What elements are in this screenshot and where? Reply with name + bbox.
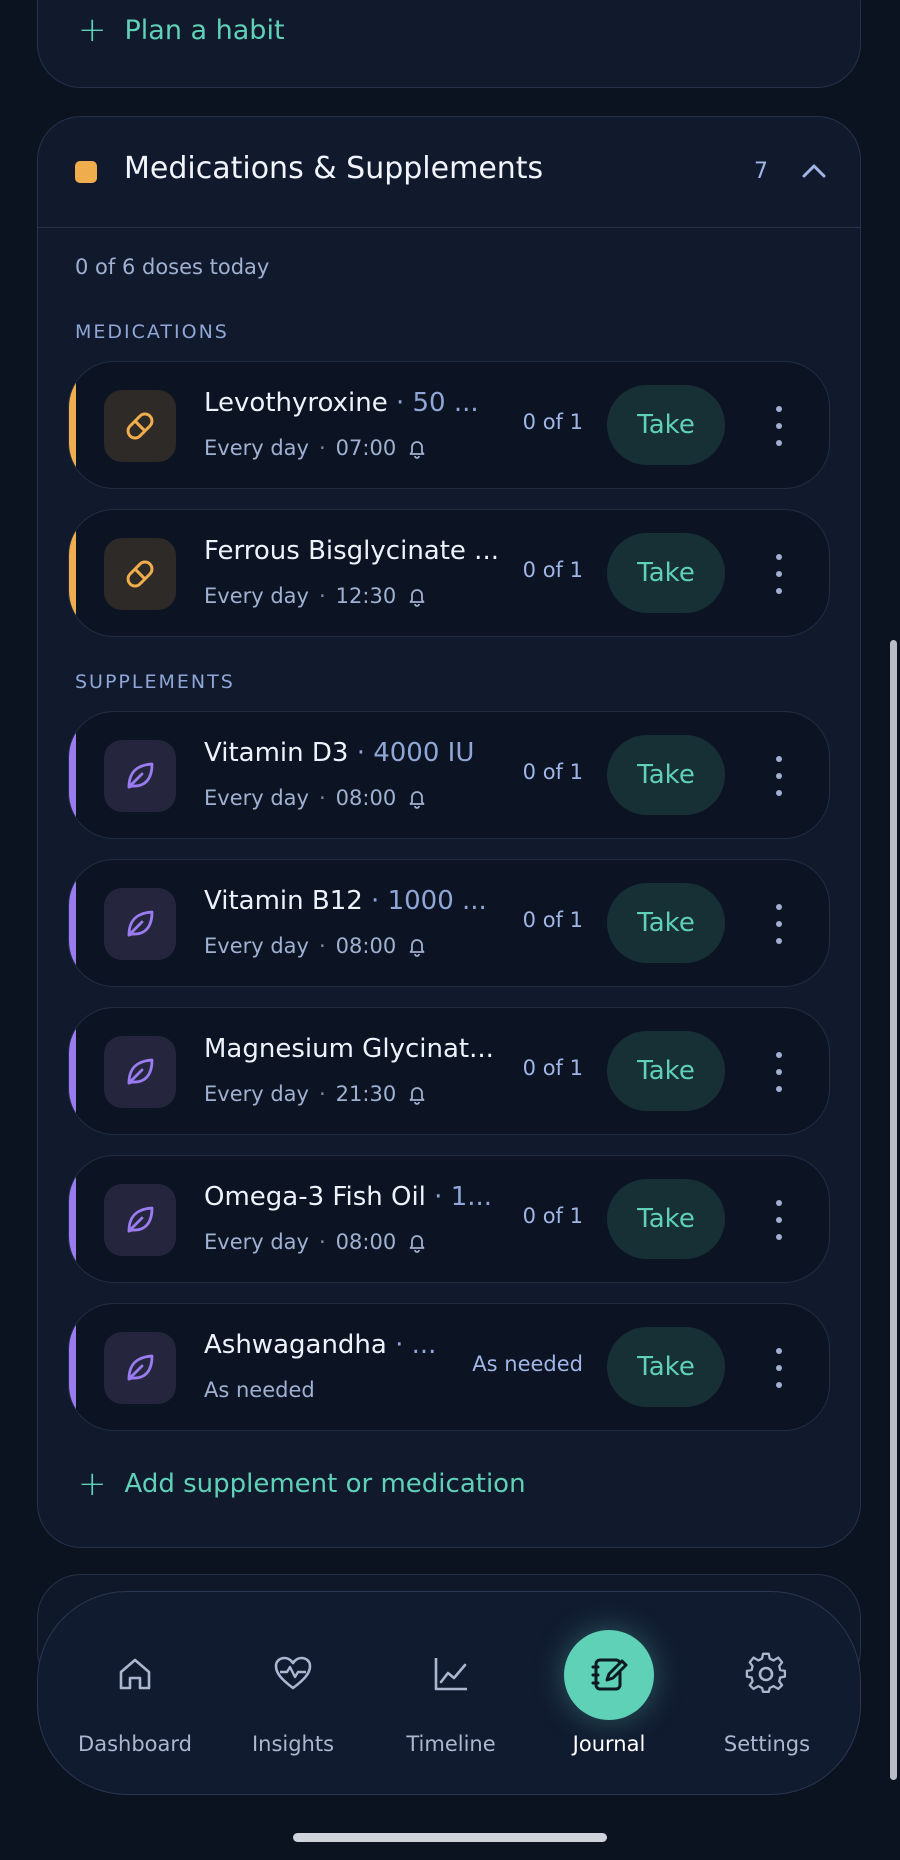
item-schedule: Every day · 08:00	[204, 786, 428, 810]
journal-edit-icon	[591, 1658, 628, 1691]
med-item[interactable]: Ferrous Bisglycinate ... Every day · 12:30…	[68, 509, 830, 637]
item-accent	[69, 510, 76, 636]
item-accent	[69, 362, 76, 488]
supplement-item[interactable]: Vitamin B12 · 1000 ... Every day · 08:00 0…	[68, 859, 830, 987]
supplement-item[interactable]: Ashwagandha · ... As needed As needed Ta…	[68, 1303, 830, 1431]
item-schedule: Every day · 21:30	[204, 1082, 428, 1106]
leaf-icon	[104, 1036, 176, 1108]
bell-icon	[409, 589, 425, 607]
medications-header[interactable]: Medications & Supplements 7	[38, 117, 860, 228]
habit-card: + Plan a habit	[37, 0, 861, 88]
doses-summary: 0 of 6 doses today	[75, 255, 270, 279]
item-name: Magnesium Glycinat...	[204, 1034, 494, 1064]
nav-label: Timeline	[406, 1732, 496, 1756]
bottom-nav: Dashboard Insights Timeline Journal Sett…	[37, 1591, 861, 1795]
more-icon[interactable]	[772, 1348, 786, 1388]
item-accent	[69, 1008, 76, 1134]
take-button[interactable]: Take	[607, 1327, 725, 1407]
leaf-icon	[104, 1184, 176, 1256]
more-icon[interactable]	[772, 1052, 786, 1092]
nav-journal[interactable]: Journal	[529, 1592, 689, 1796]
home-indicator[interactable]	[293, 1833, 607, 1842]
scrollbar[interactable]	[890, 640, 897, 1780]
item-progress: 0 of 1	[522, 908, 583, 932]
bell-icon	[409, 939, 425, 957]
item-progress: 0 of 1	[522, 410, 583, 434]
chevron-up-icon[interactable]	[794, 151, 834, 191]
take-button[interactable]: Take	[607, 1031, 725, 1111]
item-progress: 0 of 1	[522, 1056, 583, 1080]
nav-dashboard[interactable]: Dashboard	[55, 1592, 215, 1796]
item-accent	[69, 860, 76, 986]
plus-icon: +	[78, 1464, 107, 1504]
nav-label: Settings	[723, 1732, 811, 1756]
item-name: Vitamin D3 · 4000 IU	[204, 738, 475, 768]
leaf-icon	[104, 888, 176, 960]
gear-icon	[745, 1652, 787, 1693]
item-schedule: Every day · 07:00	[204, 436, 428, 460]
chart-line-icon	[434, 1658, 467, 1691]
item-accent	[69, 1156, 76, 1282]
pill-icon	[104, 390, 176, 462]
item-schedule: Every day · 08:00	[204, 1230, 428, 1254]
more-icon[interactable]	[772, 554, 786, 594]
plan-habit-button[interactable]: + Plan a habit	[78, 13, 285, 47]
item-name: Omega-3 Fish Oil · 1...	[204, 1182, 493, 1212]
item-name: Vitamin B12 · 1000 ...	[204, 886, 487, 916]
nav-label: Journal	[572, 1732, 646, 1756]
medications-card: Medications & Supplements 7 0 of 6 doses…	[37, 116, 861, 1548]
more-icon[interactable]	[772, 406, 786, 446]
supplement-item[interactable]: Vitamin D3 · 4000 IU Every day · 08:00 0 o…	[68, 711, 830, 839]
take-button[interactable]: Take	[607, 385, 725, 465]
take-button[interactable]: Take	[607, 533, 725, 613]
item-name: Ferrous Bisglycinate ...	[204, 536, 499, 566]
take-button[interactable]: Take	[607, 883, 725, 963]
med-item[interactable]: Levothyroxine · 50 ... Every day · 07:00 0…	[68, 361, 830, 489]
home-icon	[119, 1658, 151, 1690]
supplement-item[interactable]: Omega-3 Fish Oil · 1... Every day · 08:00 …	[68, 1155, 830, 1283]
supplement-item[interactable]: Magnesium Glycinat... Every day · 21:30 0 …	[68, 1007, 830, 1135]
item-progress: 0 of 1	[522, 1204, 583, 1228]
section-count: 7	[754, 159, 768, 184]
item-accent	[69, 1304, 76, 1430]
item-name: Levothyroxine · 50 ...	[204, 388, 479, 418]
more-icon[interactable]	[772, 1200, 786, 1240]
bell-icon	[409, 1235, 425, 1253]
medications-label: MEDICATIONS	[75, 321, 229, 343]
heart-pulse-icon	[274, 1656, 312, 1690]
nav-settings[interactable]: Settings	[687, 1592, 847, 1796]
pill-icon	[104, 538, 176, 610]
item-progress: As needed	[472, 1352, 583, 1376]
item-schedule: Every day · 08:00	[204, 934, 428, 958]
leaf-icon	[104, 740, 176, 812]
bell-icon	[409, 441, 425, 459]
more-icon[interactable]	[772, 756, 786, 796]
item-name: Ashwagandha · ...	[204, 1330, 437, 1360]
section-title: Medications & Supplements	[124, 151, 544, 186]
item-progress: 0 of 1	[522, 760, 583, 784]
nav-insights[interactable]: Insights	[213, 1592, 373, 1796]
supplements-label: SUPPLEMENTS	[75, 671, 235, 693]
leaf-icon	[104, 1332, 176, 1404]
item-schedule: Every day · 12:30	[204, 584, 428, 608]
plus-icon: +	[78, 10, 107, 50]
item-accent	[69, 712, 76, 838]
nav-label: Dashboard	[78, 1732, 192, 1756]
add-supplement-button[interactable]: + Add supplement or medication	[78, 1467, 526, 1501]
item-progress: 0 of 1	[522, 558, 583, 582]
take-button[interactable]: Take	[607, 1179, 725, 1259]
bell-icon	[409, 791, 425, 809]
section-color-swatch	[75, 161, 97, 183]
add-supplement-label: Add supplement or medication	[124, 1469, 526, 1499]
nav-timeline[interactable]: Timeline	[371, 1592, 531, 1796]
take-button[interactable]: Take	[607, 735, 725, 815]
item-schedule: As needed	[204, 1378, 315, 1402]
bell-icon	[409, 1087, 425, 1105]
plan-habit-label: Plan a habit	[124, 14, 285, 46]
more-icon[interactable]	[772, 904, 786, 944]
nav-label: Insights	[251, 1732, 335, 1756]
